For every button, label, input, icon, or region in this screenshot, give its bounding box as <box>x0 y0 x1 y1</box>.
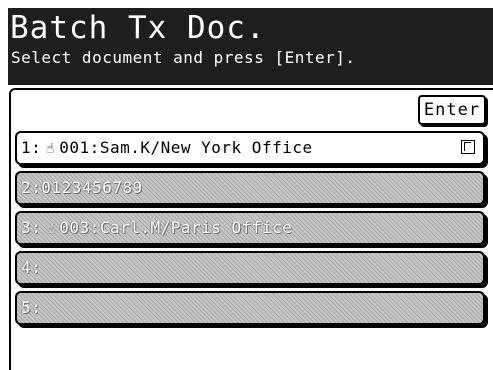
document-row-label: 4: <box>21 253 41 283</box>
row-text: 0123456789 <box>41 178 143 197</box>
document-row-label: 2:0123456789 <box>21 173 143 203</box>
document-row-1[interactable]: 1: ☝ 001:Sam.K/New York Office <box>15 131 485 165</box>
header-bar: Batch Tx Doc. Select document and press … <box>8 8 493 85</box>
row-number: 5 <box>21 298 32 317</box>
document-row-label: 3: ☝ 003:Carl.M/Paris Office <box>21 213 292 243</box>
lcd-screen: Batch Tx Doc. Select document and press … <box>0 0 493 370</box>
row-number: 3 <box>21 218 32 237</box>
row-text: 003:Carl.M/Paris Office <box>59 218 293 237</box>
page-title: Batch Tx Doc. <box>10 10 266 46</box>
document-row-label: 1: ☝ 001:Sam.K/New York Office <box>21 133 313 163</box>
page-instructions: Select document and press [Enter]. <box>11 48 356 67</box>
row-text: 001:Sam.K/New York Office <box>59 138 313 157</box>
document-row-label: 5: <box>21 293 41 323</box>
row-separator: : <box>31 298 42 317</box>
document-row-2[interactable]: 2:0123456789 <box>15 171 485 205</box>
row-separator: : <box>31 138 42 157</box>
row-separator: : <box>31 178 42 197</box>
row-number: 1 <box>21 138 32 157</box>
document-row-5[interactable]: 5: <box>15 291 485 325</box>
document-icon <box>461 140 475 154</box>
enter-button[interactable]: Enter <box>418 95 486 125</box>
hand-pointer-icon: ☝ <box>45 141 55 157</box>
row-number: 4 <box>21 258 32 277</box>
row-separator: : <box>31 258 42 277</box>
row-number: 2 <box>21 178 32 197</box>
hand-pointer-icon: ☝ <box>45 221 55 237</box>
document-row-3[interactable]: 3: ☝ 003:Carl.M/Paris Office <box>15 211 485 245</box>
row-separator: : <box>31 218 42 237</box>
document-row-4[interactable]: 4: <box>15 251 485 285</box>
